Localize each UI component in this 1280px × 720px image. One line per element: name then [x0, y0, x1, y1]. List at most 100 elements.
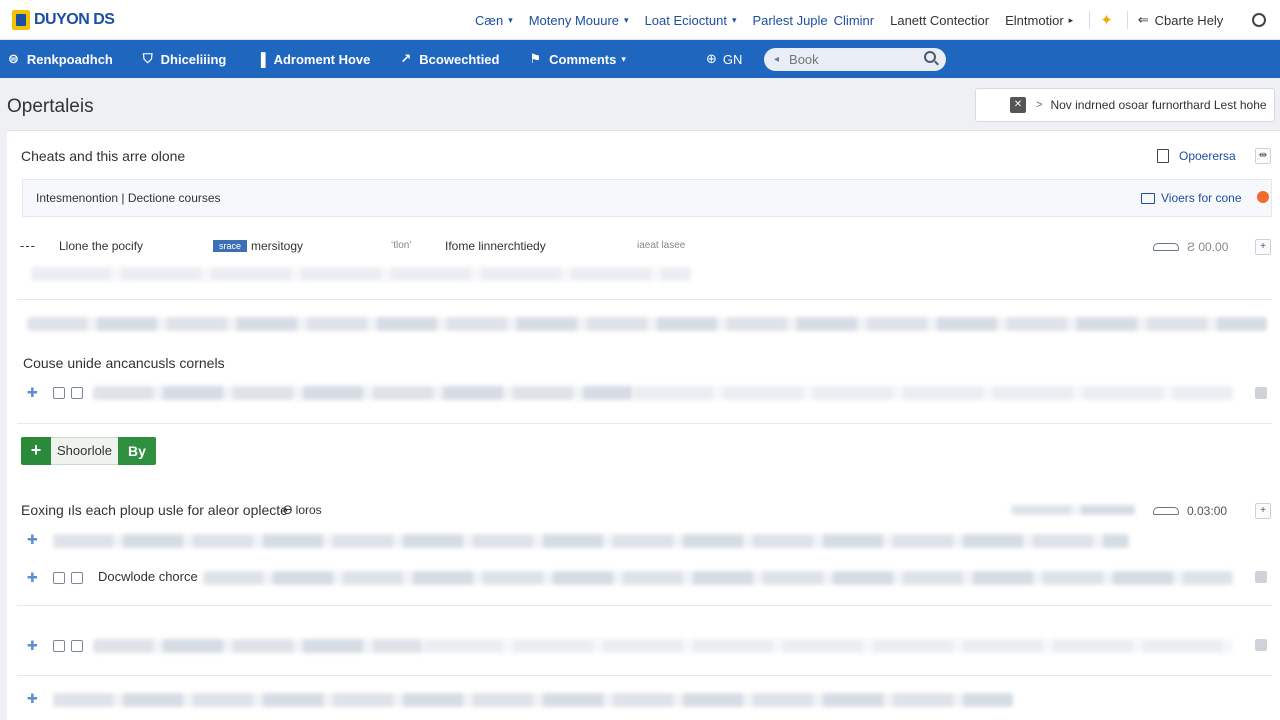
add-plus-button[interactable]: +	[21, 437, 51, 465]
row-tag: srace	[213, 240, 247, 252]
placeholder-row	[1011, 505, 1135, 515]
logo[interactable]: DUYON DS	[12, 9, 212, 30]
close-icon[interactable]: ✕	[1010, 97, 1026, 113]
nav-item-dhiceliiing[interactable]: ⛉ Dhiceliiing	[143, 51, 227, 67]
divider	[17, 423, 1272, 424]
nav-item-bcowechtied[interactable]: ↗ Bcowechtied	[400, 51, 499, 67]
top-nav-item-lanett[interactable]: Lanett Contectior	[890, 13, 989, 28]
divider	[17, 605, 1272, 606]
by-button[interactable]: By	[117, 437, 156, 465]
top-nav-label: Lanett Contectior	[890, 12, 990, 28]
chevron-down-icon: ▾	[731, 14, 737, 25]
row-menu-icon[interactable]	[1255, 387, 1267, 399]
add-button-group[interactable]: + Shoorlole By	[21, 437, 156, 465]
comments-icon: ⚑	[529, 51, 542, 66]
plus-icon[interactable]: ✚	[27, 570, 38, 586]
expand-button[interactable]: ⇹	[1255, 148, 1271, 164]
placeholder-row	[53, 534, 1129, 548]
options-link[interactable]: Opoerersa	[1179, 149, 1236, 163]
dashboard-icon: ⊜	[8, 51, 19, 66]
nav-item-comments[interactable]: ⚑ Comments ▾	[529, 51, 625, 67]
placeholder-row	[93, 639, 423, 653]
placeholder-row	[203, 571, 1233, 585]
alert-icon[interactable]	[1257, 191, 1269, 203]
checkbox-icon[interactable]	[53, 640, 65, 652]
row-menu-icon[interactable]	[1255, 639, 1267, 651]
nav-item-label: Adroment Hove	[273, 51, 371, 67]
row-col-latest: iaeat lasee	[637, 240, 686, 251]
top-nav-label: Moteny Mouure	[528, 12, 620, 28]
plus-icon[interactable]: ✚	[27, 385, 38, 401]
section-title-cheats: Cheats and this arre olone	[21, 148, 186, 164]
top-nav-item-parlest[interactable]: Parlest Juple	[753, 13, 828, 28]
top-nav-item-loat[interactable]: Loat Ecioctunt ▾	[645, 13, 737, 28]
top-nav-label: Climinr	[833, 12, 875, 28]
row-dash: ---	[20, 238, 36, 253]
top-nav-label: Parlest Juple	[752, 12, 828, 28]
row-col-small: ʻtlonʻ	[391, 240, 412, 251]
placeholder-row	[27, 317, 1267, 331]
arrow-icon: ↗	[400, 51, 412, 66]
plus-icon[interactable]: ✚	[27, 532, 38, 548]
plus-icon[interactable]: ✚	[27, 691, 38, 707]
add-label[interactable]: Shoorlole	[51, 437, 118, 465]
divider	[17, 675, 1272, 676]
top-nav-item-elntmotior[interactable]: Elntmotior ▸	[1005, 13, 1073, 28]
star-icon[interactable]: ✦	[1100, 11, 1113, 29]
section-add-button[interactable]: +	[1255, 503, 1271, 519]
chevron-left-icon[interactable]: ◂	[774, 54, 779, 65]
nav-item-label: Comments	[549, 51, 617, 67]
placeholder-row	[31, 267, 691, 281]
top-nav-item-moteny[interactable]: Moteny Mouure ▾	[529, 13, 629, 28]
shield-icon: ⛉	[142, 51, 153, 66]
search-box: ◂	[764, 48, 946, 71]
section-price: 0.03:00	[1187, 504, 1228, 518]
checkbox-icon[interactable]	[71, 572, 83, 584]
top-nav-item-climinr[interactable]: Climinr	[834, 13, 874, 28]
logo-mark-icon	[12, 9, 30, 30]
top-nav: Cæn ▾ Moteny Mouure ▾ Loat Ecioctunt ▾ Parl…	[475, 0, 1237, 40]
placeholder-row	[93, 386, 633, 400]
row-add-button[interactable]: +	[1255, 239, 1271, 255]
language-label: GN	[722, 51, 743, 67]
row-col-home: Ifome linnerchtiedy	[445, 239, 546, 253]
top-nav-label: Cæn	[475, 12, 504, 28]
top-nav-item-caen[interactable]: Cæn ▾	[475, 13, 513, 28]
row-col-policy: Llone the pocify	[59, 239, 144, 253]
placeholder-row	[423, 639, 1233, 653]
info-text: Intesmenontion | Dectione courses	[36, 191, 221, 205]
user-icon[interactable]	[1252, 13, 1266, 27]
chevron-right-icon: >	[1036, 99, 1043, 111]
checkbox-icon[interactable]	[53, 387, 65, 399]
checkbox-icon[interactable]	[71, 640, 83, 652]
viewers-link[interactable]: Vioers for cone	[1161, 191, 1242, 205]
checkbox-icon[interactable]	[53, 572, 65, 584]
globe-icon: ⊕	[706, 51, 717, 66]
back-arrow-icon: ⇐	[1137, 12, 1149, 27]
nav-item-renkpoadhch[interactable]: ⊜ Renkpoadhch	[8, 51, 113, 67]
row-menu-icon[interactable]	[1255, 571, 1267, 583]
chevron-down-icon: ▾	[508, 14, 513, 25]
cart-icon	[1153, 243, 1179, 251]
placeholder-row	[633, 386, 1233, 400]
nav-item-adroment[interactable]: ▐ Adroment Hove	[256, 52, 370, 67]
bar-chart-icon: ▐	[256, 51, 266, 67]
cart-icon	[1153, 507, 1179, 515]
chevron-down-icon: ▾	[624, 14, 629, 25]
plus-icon[interactable]: ✚	[27, 638, 38, 654]
help-link[interactable]: ⇐ Cbarte Hely	[1138, 12, 1224, 28]
flag-icon	[1141, 193, 1155, 204]
search-input[interactable]	[789, 52, 910, 67]
top-header: DUYON DS Cæn ▾ Moteny Mouure ▾ Loat Ecioct…	[0, 0, 1280, 40]
search-icon[interactable]	[924, 51, 936, 63]
section-title-course: Couse unide ancancusls cornels	[23, 355, 225, 371]
logo-text: DUYON DS	[34, 10, 115, 28]
main-panel: Cheats and this arre olone Opoerersa ⇹ I…	[7, 130, 1280, 720]
divider	[17, 299, 1272, 300]
checkbox-icon[interactable]	[71, 387, 83, 399]
section-tag: Ɵ loros	[283, 503, 322, 517]
document-icon	[1157, 149, 1169, 163]
divider	[1089, 11, 1091, 29]
language-selector[interactable]: ⊕ GN	[706, 51, 742, 67]
nav-item-label: Bcowechtied	[419, 51, 500, 67]
